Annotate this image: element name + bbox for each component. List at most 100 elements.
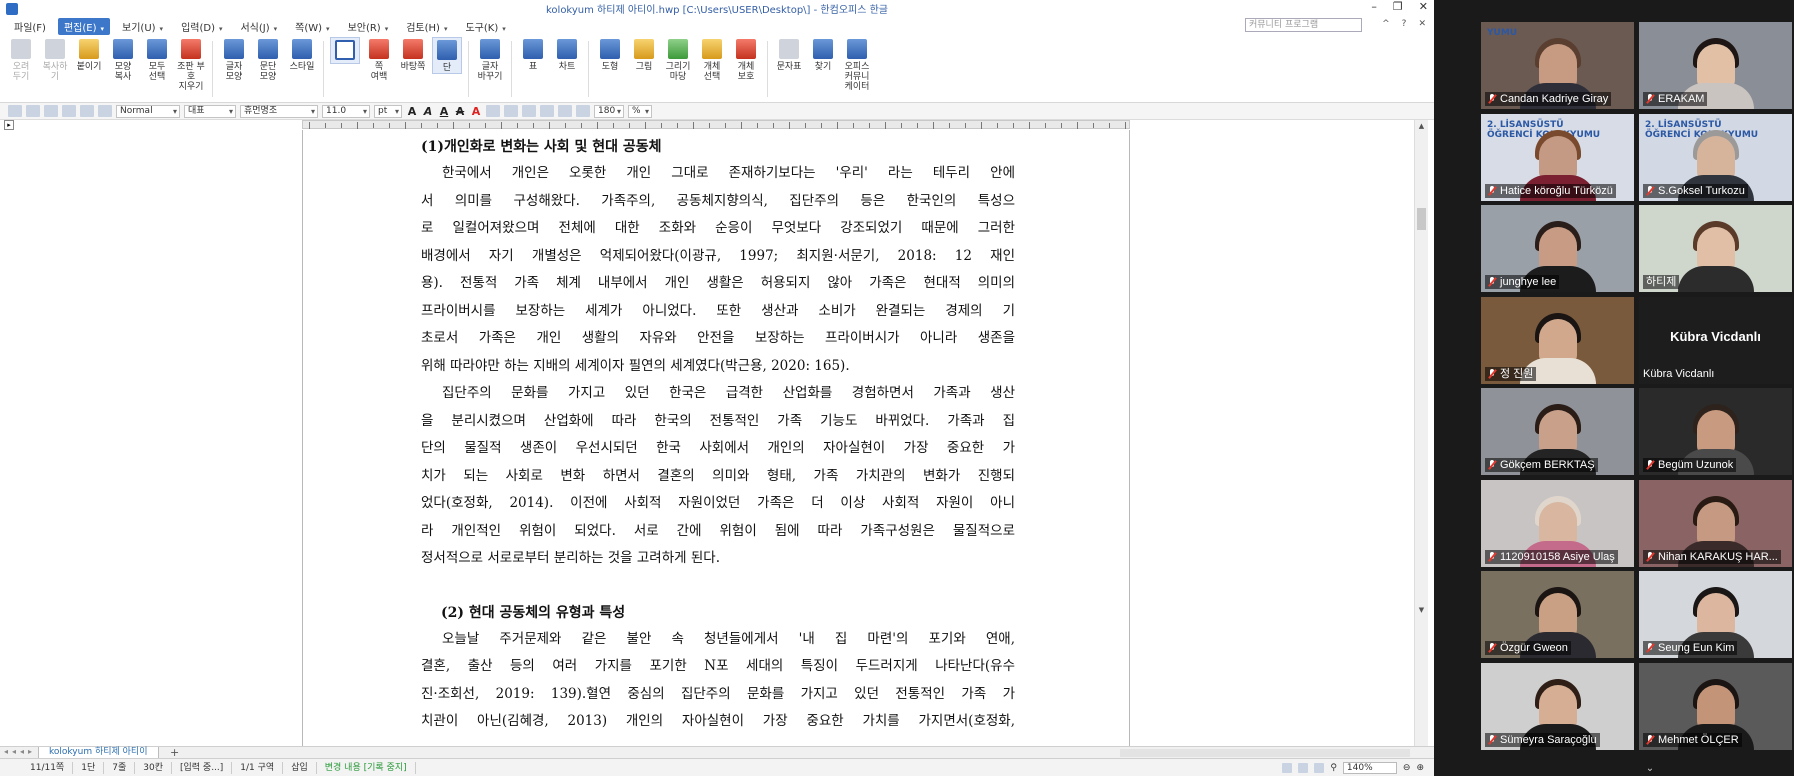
ribbon-button-chart[interactable]: 차트: [552, 37, 582, 72]
line-spacing-unit[interactable]: %: [628, 104, 652, 118]
align-left-icon[interactable]: [504, 105, 518, 117]
bold-icon[interactable]: A: [406, 105, 418, 118]
menu-item-0[interactable]: 파일(F): [8, 18, 52, 35]
tab-nav-arrows[interactable]: ◂◂◂▸: [4, 747, 36, 756]
open-icon[interactable]: [26, 105, 40, 117]
unit-select[interactable]: pt: [374, 104, 402, 118]
underline-icon[interactable]: A: [438, 105, 450, 118]
menu-item-7[interactable]: 검토(H) ▾: [400, 18, 453, 35]
redo-icon[interactable]: [98, 105, 112, 117]
ribbon-button-object-select[interactable]: 개체 선택: [697, 37, 727, 82]
participant-tile[interactable]: Sümeyra Saraçoğlu: [1481, 662, 1634, 750]
print-icon[interactable]: [62, 105, 76, 117]
ribbon-button-copy[interactable]: 복사하기: [40, 37, 70, 82]
change-tracking-status[interactable]: 변경 내용 [기록 중지]: [317, 761, 416, 774]
strikethrough-icon[interactable]: A: [454, 105, 466, 118]
horizontal-ruler[interactable]: [302, 120, 1130, 129]
menu-item-3[interactable]: 입력(D) ▾: [175, 18, 228, 35]
ribbon-button-para-shape[interactable]: 문단 모양: [253, 37, 283, 82]
minimize-button[interactable]: –: [1371, 0, 1377, 13]
close-button[interactable]: ✕: [1419, 0, 1428, 13]
restore-button[interactable]: ❐: [1393, 0, 1403, 13]
menu-item-5[interactable]: 쪽(W) ▾: [289, 18, 335, 35]
ribbon-button-picture[interactable]: 그림: [629, 37, 659, 72]
normal-view-icon[interactable]: [1282, 763, 1293, 773]
participant-tile[interactable]: YUMU Candan Kadriye Giray: [1481, 22, 1634, 109]
save-icon[interactable]: [44, 105, 58, 117]
ribbon-button-replace-char[interactable]: 글자 바꾸기: [475, 37, 505, 82]
ribbon-button-columns[interactable]: 단: [432, 37, 462, 74]
ribbon-button-object-protect[interactable]: 개체 보호: [731, 37, 761, 82]
scroll-thumb[interactable]: [1417, 208, 1426, 230]
ribbon-button-select-all[interactable]: 모두 선택: [142, 37, 172, 82]
menu-item-6[interactable]: 보안(R) ▾: [342, 18, 395, 35]
participant-tile[interactable]: 1120910158 Asiye Ulaş: [1481, 479, 1634, 567]
line-spacing-icon[interactable]: [576, 105, 590, 117]
status-segment[interactable]: 11/11쪽: [22, 761, 74, 774]
help-icon[interactable]: ?: [1402, 19, 1407, 29]
undo-icon[interactable]: [80, 105, 94, 117]
status-segment[interactable]: 1/1 구역: [232, 761, 284, 774]
font-select[interactable]: 휴먼명조: [240, 104, 318, 118]
ribbon-button-scissors[interactable]: 오려 두기: [6, 37, 36, 82]
horizontal-scrollbar[interactable]: [1120, 749, 1410, 757]
status-segment[interactable]: [입력 중...]: [172, 761, 233, 774]
ribbon-button-symbol[interactable]: 문자표: [774, 37, 804, 72]
participant-tile[interactable]: Seung Eun Kim: [1639, 571, 1792, 658]
scroll-up-icon[interactable]: ▲: [1417, 122, 1426, 131]
menu-item-2[interactable]: 보기(U) ▾: [116, 18, 169, 35]
participant-tile[interactable]: Begüm Uzunok: [1639, 388, 1792, 475]
ribbon-button-erase-codes[interactable]: 조판 부호 지우기: [176, 37, 206, 92]
document-page[interactable]: (1)개인화로 변화는 사회 및 현대 공동체 한국에서 개인은 오롯한 개인 …: [302, 130, 1130, 750]
close-doc-icon[interactable]: ✕: [1418, 19, 1426, 29]
menu-item-4[interactable]: 서식(J) ▾: [234, 18, 283, 35]
italic-icon[interactable]: A: [422, 105, 434, 118]
font-size-input[interactable]: 11.0: [322, 104, 370, 118]
participant-tile[interactable]: Nihan KARAKUŞ HAR...: [1639, 479, 1792, 567]
ribbon-button-table[interactable]: 표: [518, 37, 548, 72]
participant-tile[interactable]: 하티제: [1639, 205, 1792, 292]
language-select[interactable]: 대표: [184, 104, 236, 118]
ribbon-button-char-shape[interactable]: 글자 모양: [219, 37, 249, 82]
style-select[interactable]: Normal: [116, 104, 180, 118]
participant-tile[interactable]: ERAKAM: [1639, 22, 1792, 109]
status-segment[interactable]: 30칸: [135, 761, 172, 774]
participant-tile[interactable]: Kübra Vicdanlı Kübra Vicdanlı: [1639, 296, 1792, 384]
outline-view-icon[interactable]: [1314, 763, 1325, 773]
ribbon-button-format-painter[interactable]: 모양 복사: [108, 37, 138, 82]
align-right-icon[interactable]: [522, 105, 536, 117]
font-color-icon[interactable]: A: [470, 105, 482, 118]
more-participants-icon[interactable]: ⌄: [1632, 764, 1668, 776]
participant-tile[interactable]: Gökçem BERKTAŞ: [1481, 388, 1634, 475]
status-segment[interactable]: 1단: [73, 761, 105, 774]
ribbon-button-paste[interactable]: 붙이기: [74, 37, 104, 72]
menu-item-1[interactable]: 편집(E) ▾: [57, 17, 111, 35]
zoom-in-icon[interactable]: ⊕: [1416, 763, 1424, 773]
view-toggle-icon[interactable]: ▸: [4, 120, 14, 130]
align-center-icon[interactable]: [540, 105, 554, 117]
page-body[interactable]: (1)개인화로 변화는 사회 및 현대 공동체 한국에서 개인은 오롯한 개인 …: [421, 134, 1015, 736]
align-justify-icon[interactable]: [486, 105, 500, 117]
participant-tile[interactable]: 정 진원: [1481, 296, 1634, 384]
ribbon-button-drawing-gallery[interactable]: 그리기마당: [663, 37, 693, 82]
participant-tile[interactable]: 2. LİSANSÜSTÜ ÖĞRENCİ KOLOKYUMUS.Goksel …: [1639, 113, 1792, 201]
participant-tile[interactable]: Özgür Gweon: [1481, 571, 1634, 658]
ribbon-button-page-layout[interactable]: [330, 37, 360, 64]
participant-tile[interactable]: Mehmet ÖLÇER: [1639, 662, 1792, 750]
collapse-ribbon-icon[interactable]: ^: [1382, 19, 1390, 29]
ribbon-button-style[interactable]: 스타일: [287, 37, 317, 72]
new-doc-icon[interactable]: [8, 105, 22, 117]
zoom-out-icon[interactable]: ⊖: [1403, 763, 1411, 773]
vertical-scrollbar[interactable]: ▲ ▼: [1414, 120, 1428, 746]
ribbon-button-shape[interactable]: 도형: [595, 37, 625, 72]
participant-tile[interactable]: junghye lee: [1481, 205, 1634, 292]
menu-item-8[interactable]: 도구(K) ▾: [459, 18, 511, 35]
line-spacing-value[interactable]: 180: [594, 104, 624, 118]
participant-tile[interactable]: 2. LİSANSÜSTÜ ÖĞRENCİ KOLOKYUMUHatice kö…: [1481, 113, 1634, 201]
zoom-icon[interactable]: ⚲: [1330, 763, 1337, 773]
ribbon-button-master-page[interactable]: 바탕쪽: [398, 37, 428, 72]
ribbon-button-page-margin[interactable]: 쪽 여백: [364, 37, 394, 82]
status-segment[interactable]: 7줄: [104, 761, 136, 774]
ribbon-button-communicator[interactable]: 오피스 커뮤니케이터: [842, 37, 872, 92]
ribbon-button-find[interactable]: 찾기: [808, 37, 838, 72]
